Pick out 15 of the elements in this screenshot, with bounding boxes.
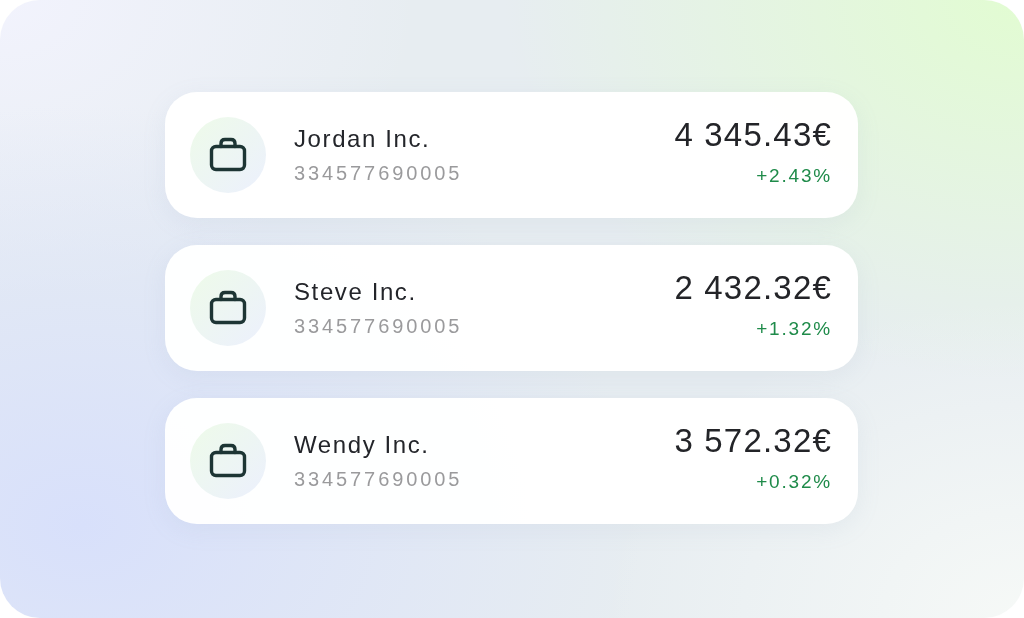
percent-change: +0.32%	[756, 471, 832, 493]
company-name: Wendy Inc.	[294, 431, 430, 459]
briefcase-icon	[190, 423, 266, 499]
percent-change: +2.43%	[756, 165, 832, 187]
briefcase-icon	[190, 270, 266, 346]
balance-amount: 3 572.32€	[674, 423, 832, 459]
account-number: 334577690005	[294, 161, 463, 185]
company-name: Jordan Inc.	[294, 125, 431, 153]
briefcase-icon	[190, 117, 266, 193]
account-number: 334577690005	[294, 467, 463, 491]
company-name: Steve Inc.	[294, 278, 417, 306]
percent-change: +1.32%	[756, 318, 832, 340]
account-number: 334577690005	[294, 314, 463, 338]
balance-amount: 4 345.43€	[674, 117, 832, 153]
balance-amount: 2 432.32€	[674, 270, 832, 306]
